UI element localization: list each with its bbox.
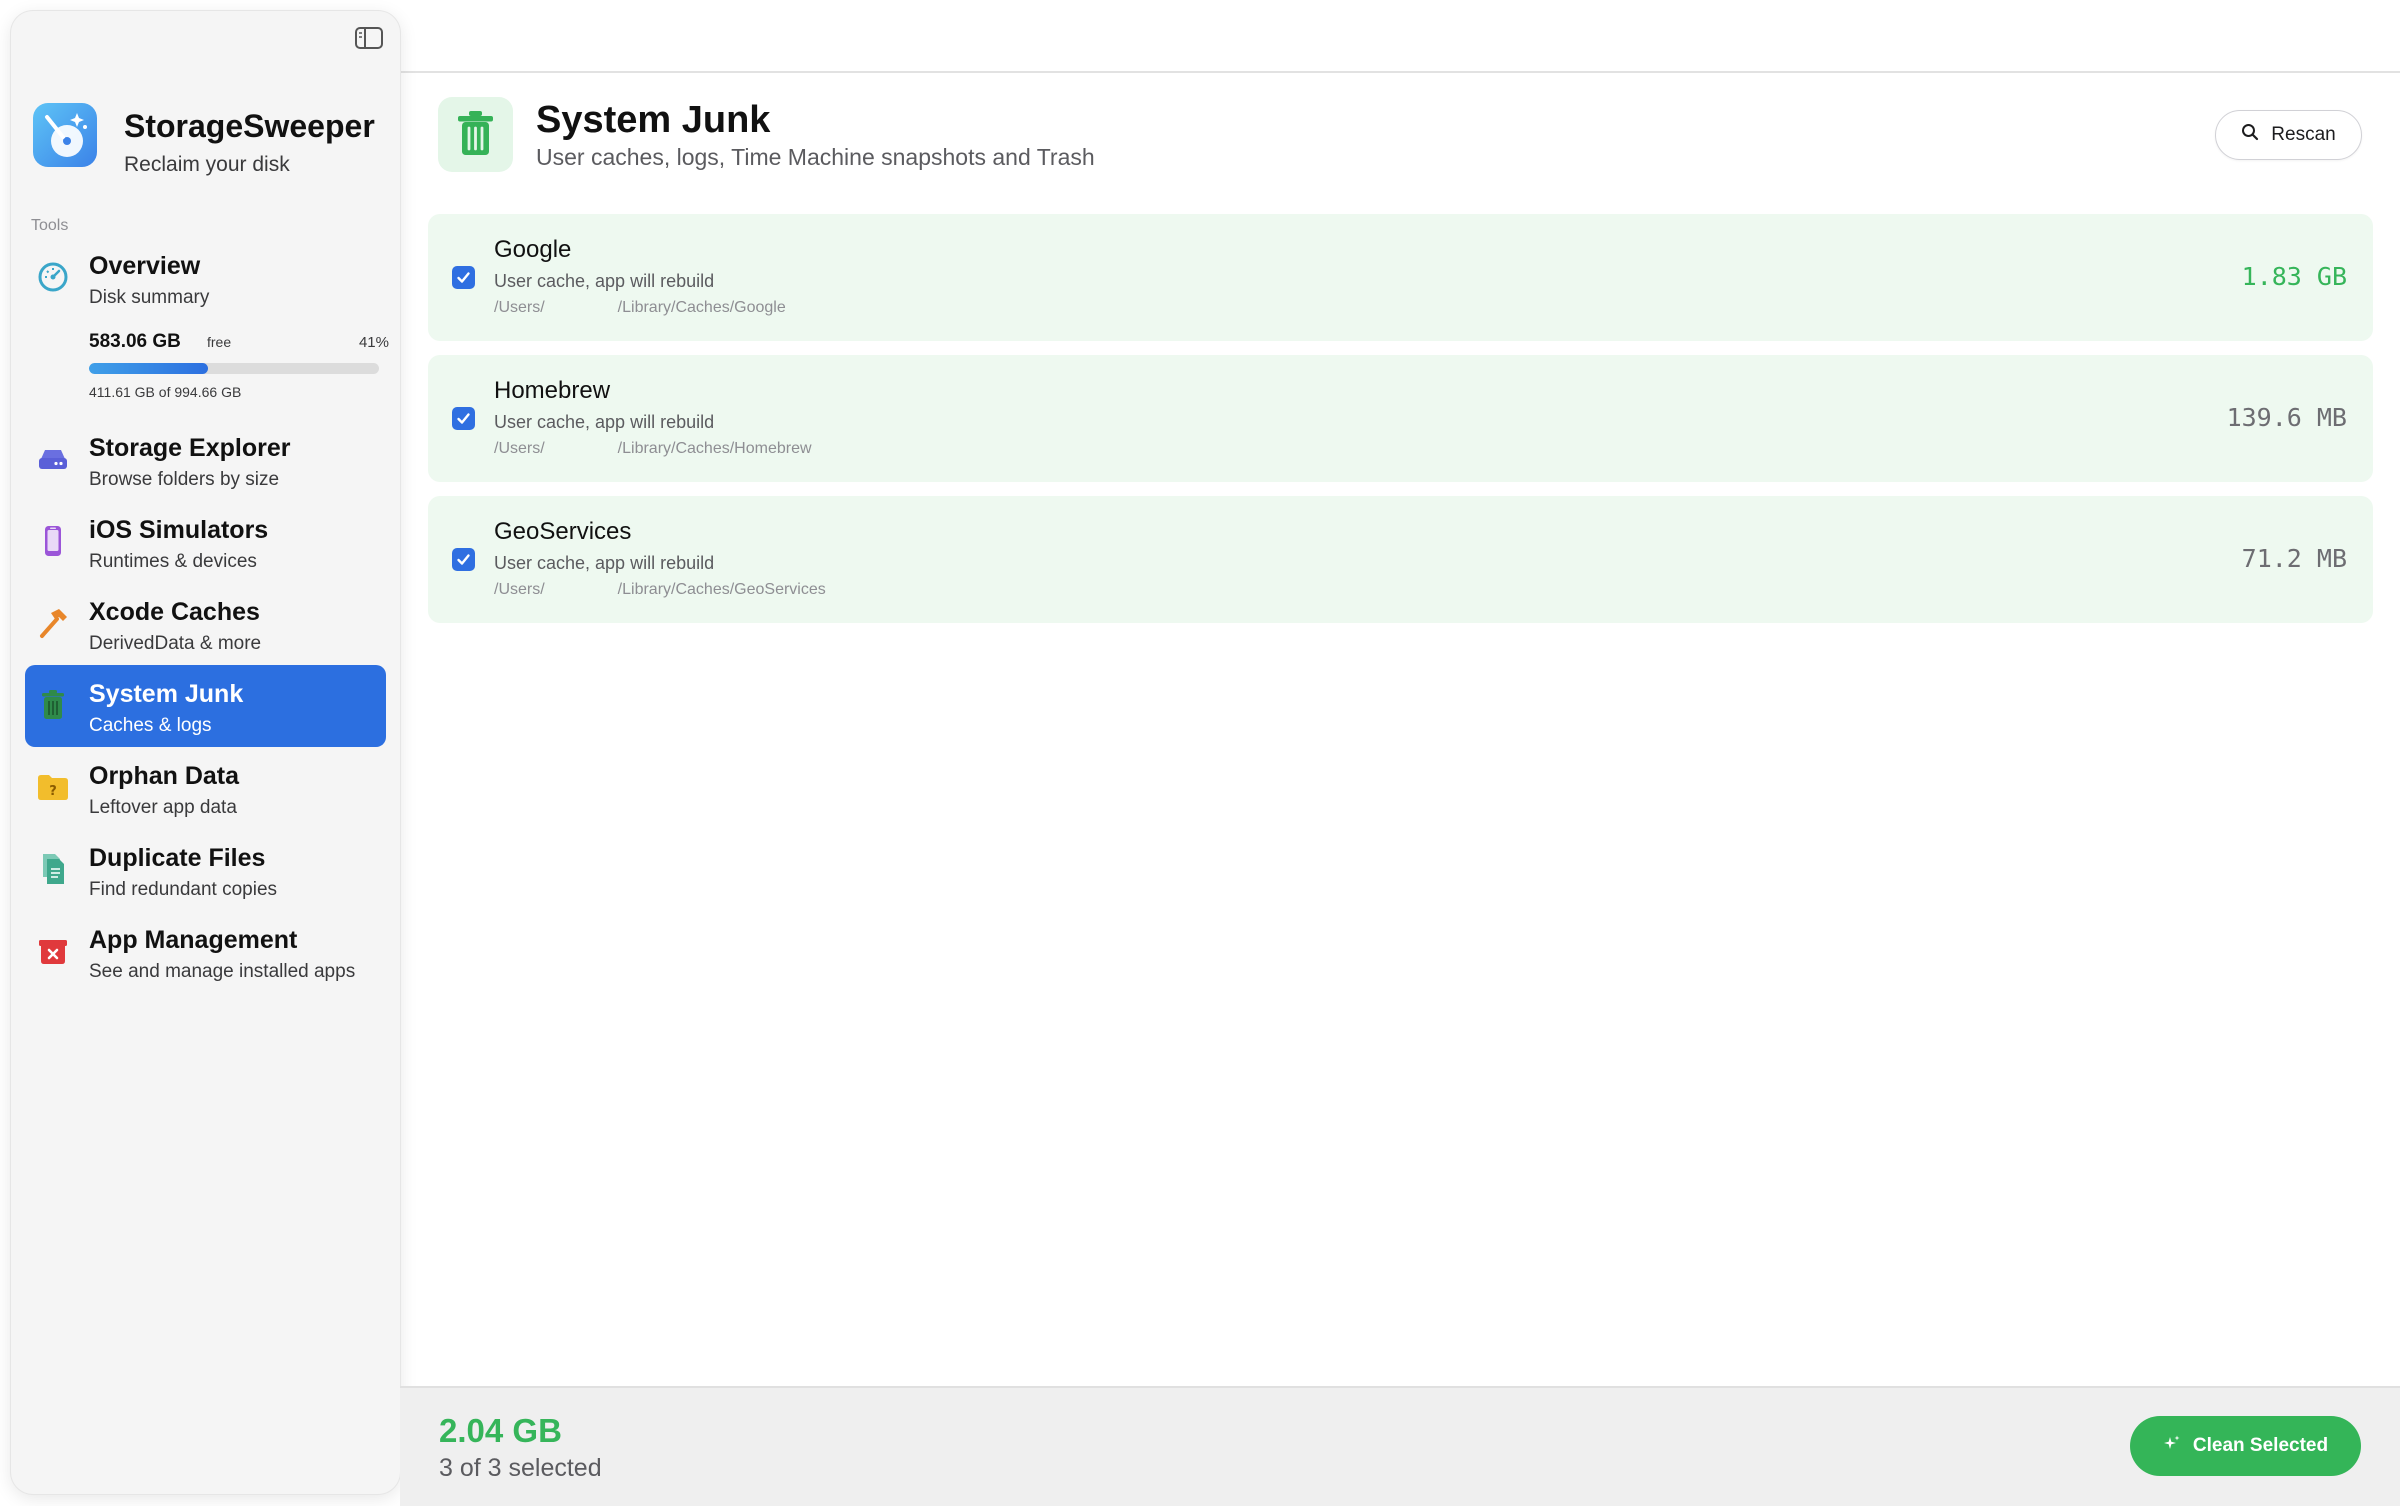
sidebar-toggle-icon[interactable] (353, 25, 385, 51)
sidebar-item-subtitle: Disk summary (89, 287, 210, 308)
tools-section-label: Tools (31, 217, 69, 234)
disk-summary: 583.06 GB free 41% 411.61 GB of 994.66 G… (89, 331, 389, 411)
delete-box-icon (35, 933, 71, 969)
row-path: /Users/ /Library/Caches/GeoServices (494, 581, 826, 599)
search-icon (2241, 123, 2259, 147)
row-path-suffix: /Library/Caches/GeoServices (617, 581, 826, 598)
row-checkbox[interactable] (452, 407, 475, 430)
row-size: 71.2 MB (2241, 544, 2347, 573)
sidebar-item-storage-explorer[interactable]: Storage Explorer Browse folders by size (25, 419, 386, 501)
question-folder-icon: ? (35, 769, 71, 805)
sidebar-item-subtitle: Find redundant copies (89, 879, 278, 900)
rescan-button[interactable]: Rescan (2215, 110, 2362, 160)
row-name: GeoServices (494, 518, 632, 545)
disk-free-value: 583.06 GB (89, 331, 181, 352)
disk-usage-bar (89, 363, 379, 374)
sidebar-item-ios-simulators[interactable]: iOS Simulators Runtimes & devices (25, 501, 386, 583)
row-size: 139.6 MB (2226, 403, 2347, 432)
sidebar-item-label: Duplicate Files (89, 844, 266, 872)
sidebar-item-duplicate-files[interactable]: Duplicate Files Find redundant copies (25, 829, 386, 911)
sidebar-item-xcode-caches[interactable]: Xcode Caches DerivedData & more (25, 583, 386, 665)
sidebar-item-label: iOS Simulators (89, 516, 269, 544)
row-path: /Users/ /Library/Caches/Google (494, 299, 786, 317)
row-path-prefix: /Users/ (494, 440, 545, 457)
sidebar-item-subtitle: Runtimes & devices (89, 551, 257, 572)
row-name: Homebrew (494, 377, 611, 404)
iphone-icon (35, 523, 71, 559)
gauge-icon (35, 259, 71, 295)
clean-selected-button[interactable]: Clean Selected (2130, 1416, 2361, 1476)
sidebar: StorageSweeper Reclaim your disk Tools O… (11, 11, 400, 1494)
page-title: System Junk (536, 99, 771, 141)
row-path-prefix: /Users/ (494, 581, 545, 598)
sidebar-item-subtitle: Browse folders by size (89, 469, 280, 490)
drive-icon (35, 441, 71, 477)
rescan-button-label: Rescan (2271, 124, 2336, 145)
sidebar-item-label: Orphan Data (89, 762, 240, 790)
sidebar-item-label: Overview (89, 252, 201, 280)
row-checkbox[interactable] (452, 266, 475, 289)
junk-row[interactable]: GeoServices User cache, app will rebuild… (428, 496, 2373, 623)
row-size: 1.83 GB (2241, 262, 2347, 291)
trash-icon (35, 687, 71, 723)
junk-row[interactable]: Google User cache, app will rebuild /Use… (428, 214, 2373, 341)
selection-footer: 2.04 GB 3 of 3 selected Clean Selected (400, 1386, 2400, 1506)
clean-selected-label: Clean Selected (2192, 1435, 2329, 1456)
selected-total-size: 2.04 GB (439, 1412, 562, 1449)
sidebar-item-app-management[interactable]: App Management See and manage installed … (25, 911, 386, 993)
sidebar-item-subtitle: DerivedData & more (89, 633, 262, 654)
disk-used-percent: 41% (358, 334, 389, 351)
sidebar-item-subtitle: Leftover app data (89, 797, 237, 818)
app-logo-icon (33, 103, 97, 167)
disk-free-label: free (207, 334, 232, 350)
page-subtitle: User caches, logs, Time Machine snapshot… (536, 144, 1095, 170)
hammer-icon (35, 605, 71, 641)
sidebar-item-label: App Management (89, 926, 298, 954)
trash-icon (438, 97, 513, 172)
app-name: StorageSweeper (124, 108, 375, 144)
row-path-prefix: /Users/ (494, 299, 545, 316)
row-checkbox[interactable] (452, 548, 475, 571)
sidebar-item-orphan-data[interactable]: ? Orphan Data Leftover app data (25, 747, 386, 829)
sidebar-item-label: Storage Explorer (89, 434, 291, 462)
row-name: Google (494, 236, 572, 263)
row-description: User cache, app will rebuild (494, 412, 715, 432)
main-content: System Junk User caches, logs, Time Mach… (400, 73, 2400, 1386)
sparkle-icon (2163, 1434, 2181, 1458)
selected-count: 3 of 3 selected (439, 1454, 602, 1482)
row-description: User cache, app will rebuild (494, 271, 715, 291)
app-header: StorageSweeper Reclaim your disk (33, 103, 383, 176)
row-path-suffix: /Library/Caches/Google (617, 299, 786, 316)
sidebar-item-label: Xcode Caches (89, 598, 260, 626)
row-path-suffix: /Library/Caches/Homebrew (617, 440, 812, 457)
disk-usage-bar-fill (89, 363, 208, 374)
svg-text:?: ? (49, 784, 57, 799)
sidebar-item-system-junk[interactable]: System Junk Caches & logs (25, 665, 386, 747)
junk-row[interactable]: Homebrew User cache, app will rebuild /U… (428, 355, 2373, 482)
sidebar-item-subtitle: See and manage installed apps (89, 961, 356, 982)
disk-used-text: 411.61 GB of 994.66 GB (89, 384, 242, 400)
row-path: /Users/ /Library/Caches/Homebrew (494, 440, 812, 458)
app-tagline: Reclaim your disk (124, 153, 290, 176)
row-description: User cache, app will rebuild (494, 553, 715, 573)
sidebar-item-subtitle: Caches & logs (89, 715, 212, 736)
sidebar-item-overview[interactable]: Overview Disk summary (25, 237, 386, 321)
sidebar-item-label: System Junk (89, 680, 244, 708)
documents-icon (35, 851, 71, 887)
